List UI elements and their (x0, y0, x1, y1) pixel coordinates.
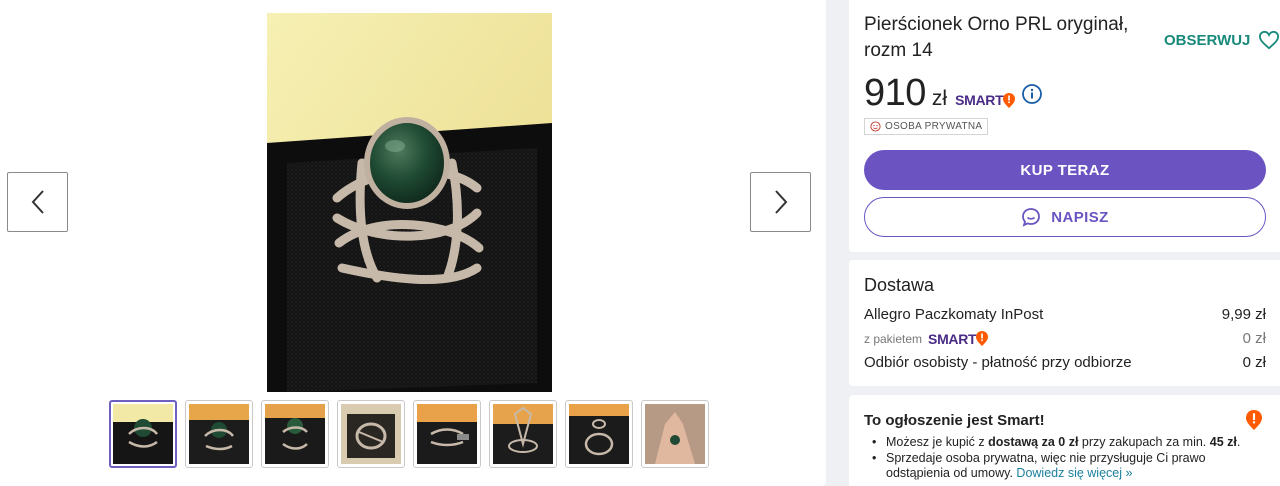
smart-info-title: To ogłoszenie jest Smart! (864, 412, 1045, 429)
heart-icon (1259, 30, 1280, 50)
smart-logo-text: SMART (955, 92, 1004, 108)
thumbnail-2[interactable] (185, 400, 253, 468)
delivery-option-price: 9,99 zł (1221, 306, 1266, 323)
previous-photo-button[interactable] (7, 172, 68, 232)
price-currency: zł (931, 87, 948, 110)
smart-pin-icon (1246, 410, 1262, 430)
thumbnail-6[interactable] (489, 400, 557, 468)
chevron-right-icon (774, 190, 787, 214)
chat-bubble-icon (1022, 208, 1041, 227)
thumbnail-image (341, 404, 401, 464)
delivery-option-label: Odbiór osobisty - płatność przy odbiorze (864, 354, 1132, 371)
smart-info-list: Możesz je kupić z dostawą za 0 zł przy z… (872, 435, 1267, 482)
send-message-label: NAPISZ (1051, 208, 1109, 226)
thumbnail-5[interactable] (413, 400, 481, 468)
thumbnail-8[interactable] (641, 400, 709, 468)
learn-more-link[interactable]: Dowiedz się więcej » (1016, 466, 1132, 480)
thumbnail-image (569, 404, 629, 464)
smart-info-item: Możesz je kupić z dostawą za 0 zł przy z… (872, 435, 1267, 451)
main-product-photo[interactable] (267, 13, 552, 392)
thumbnail-7[interactable] (565, 400, 633, 468)
delivery-card: Dostawa Allegro Paczkomaty InPost 9,99 z… (849, 260, 1280, 386)
smart-pin-icon (976, 331, 989, 346)
chevron-left-icon (31, 190, 44, 214)
delivery-title: Dostawa (864, 275, 935, 295)
private-seller-badge: OSOBA PRYWATNA (864, 118, 989, 135)
private-seller-label: OSOBA PRYWATNA (885, 121, 983, 132)
follow-label: OBSERWUJ (1164, 31, 1251, 49)
thumbnail-3[interactable] (261, 400, 329, 468)
smart-logo-text: SMART (928, 330, 977, 347)
smart-package-label: z pakietem (864, 331, 923, 346)
price-row: 910 zł SMART (864, 72, 1016, 115)
delivery-option-smart: z pakietem SMART 0 zł (864, 330, 1266, 347)
delivery-option-price: 0 zł (1242, 354, 1266, 371)
thumbnail-image (189, 404, 249, 464)
send-message-button[interactable]: NAPISZ (864, 197, 1266, 237)
buy-now-button[interactable]: KUP TERAZ (864, 150, 1266, 190)
thumbnail-image (417, 404, 477, 464)
ring-photo-image (267, 13, 552, 392)
smart-pin-icon (1003, 92, 1016, 108)
delivery-option-inpost: Allegro Paczkomaty InPost 9,99 zł (864, 306, 1266, 323)
offer-summary-card: Pierścionek Orno PRL oryginał, rozm 14 O… (849, 0, 1280, 252)
smart-info-card: To ogłoszenie jest Smart! Możesz je kupi… (849, 395, 1280, 486)
delivery-option-price: 0 zł (1242, 330, 1266, 347)
thumbnail-image (113, 404, 173, 464)
thumbnail-strip (109, 400, 709, 468)
next-photo-button[interactable] (750, 172, 811, 232)
price-value: 910 (864, 72, 926, 114)
delivery-option-label: Allegro Paczkomaty InPost (864, 306, 1044, 323)
photo-gallery (0, 0, 826, 486)
smart-package-note: z pakietem SMART (864, 330, 989, 347)
thumbnail-image (493, 404, 553, 464)
smart-logo: SMART (955, 92, 1016, 108)
thumbnail-4[interactable] (337, 400, 405, 468)
thumbnail-1[interactable] (109, 400, 177, 468)
thumbnail-image (265, 404, 325, 464)
info-icon[interactable] (1021, 83, 1043, 105)
smart-info-item: Sprzedaje osoba prywatna, więc nie przys… (872, 451, 1267, 482)
follow-button[interactable]: OBSERWUJ (1164, 30, 1280, 50)
smart-logo: SMART (928, 330, 989, 347)
delivery-option-pickup: Odbiór osobisty - płatność przy odbiorze… (864, 354, 1266, 371)
smiley-icon (870, 121, 881, 132)
offer-title: Pierścionek Orno PRL oryginał, rozm 14 (864, 14, 1129, 61)
thumbnail-image (645, 404, 705, 464)
